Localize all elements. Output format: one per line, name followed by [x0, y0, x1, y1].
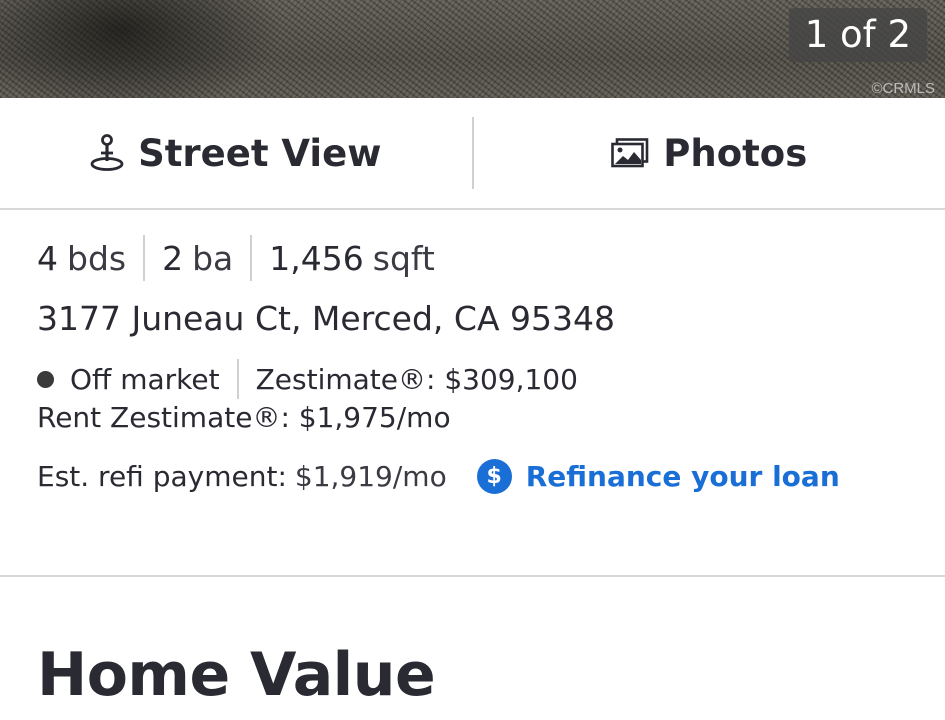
baths-unit: ba — [192, 238, 234, 278]
refi-row: Est. refi payment: $1,919/mo $ Refinance… — [37, 455, 840, 497]
baths-value: 2 — [162, 238, 184, 278]
dollar-icon: $ — [476, 458, 512, 494]
status-dot-icon — [37, 370, 54, 388]
status-divider — [236, 359, 239, 399]
listing-photo[interactable]: 1 of 2 ©CRMLS — [0, 0, 945, 98]
view-toggle-bar: Street View Photos — [0, 98, 945, 210]
fact-divider — [250, 235, 253, 281]
refinance-link[interactable]: $ Refinance your loan — [476, 458, 840, 494]
market-status: Off market — [70, 362, 220, 396]
zestimate-value[interactable]: Zestimate®: $309,100 — [256, 363, 578, 396]
section-divider — [0, 575, 945, 577]
home-facts: 4 bds 2 ba 1,456 sqft — [37, 232, 435, 284]
beds-fact: 4 bds — [37, 239, 126, 278]
sqft-value: 1,456 — [269, 238, 364, 278]
refi-payment-value: $1,919/mo — [294, 459, 447, 493]
sqft-unit: sqft — [372, 238, 435, 278]
home-value-heading: Home Value — [37, 640, 436, 710]
fact-divider — [143, 235, 146, 281]
beds-value: 4 — [37, 238, 58, 278]
photo-counter: 1 of 2 — [788, 8, 927, 62]
baths-fact: 2 ba — [162, 239, 233, 278]
street-view-button[interactable]: Street View — [0, 98, 472, 208]
sqft-fact: 1,456 sqft — [269, 239, 435, 278]
status-row: Off market Zestimate®: $309,100 — [37, 358, 578, 400]
property-address: 3177 Juneau Ct, Merced, CA 95348 — [37, 299, 615, 338]
rent-zestimate[interactable]: Rent Zestimate®: $1,975/mo — [37, 401, 451, 434]
photo-credit: ©CRMLS — [871, 80, 935, 97]
refinance-link-label: Refinance your loan — [525, 459, 840, 493]
refi-payment-label: Est. refi payment: — [37, 459, 287, 493]
photos-button[interactable]: Photos — [474, 98, 945, 208]
photos-icon — [611, 138, 649, 168]
street-view-label: Street View — [138, 131, 382, 175]
beds-unit: bds — [67, 238, 127, 278]
photos-label: Photos — [663, 131, 808, 175]
street-view-pin-icon — [90, 134, 124, 172]
